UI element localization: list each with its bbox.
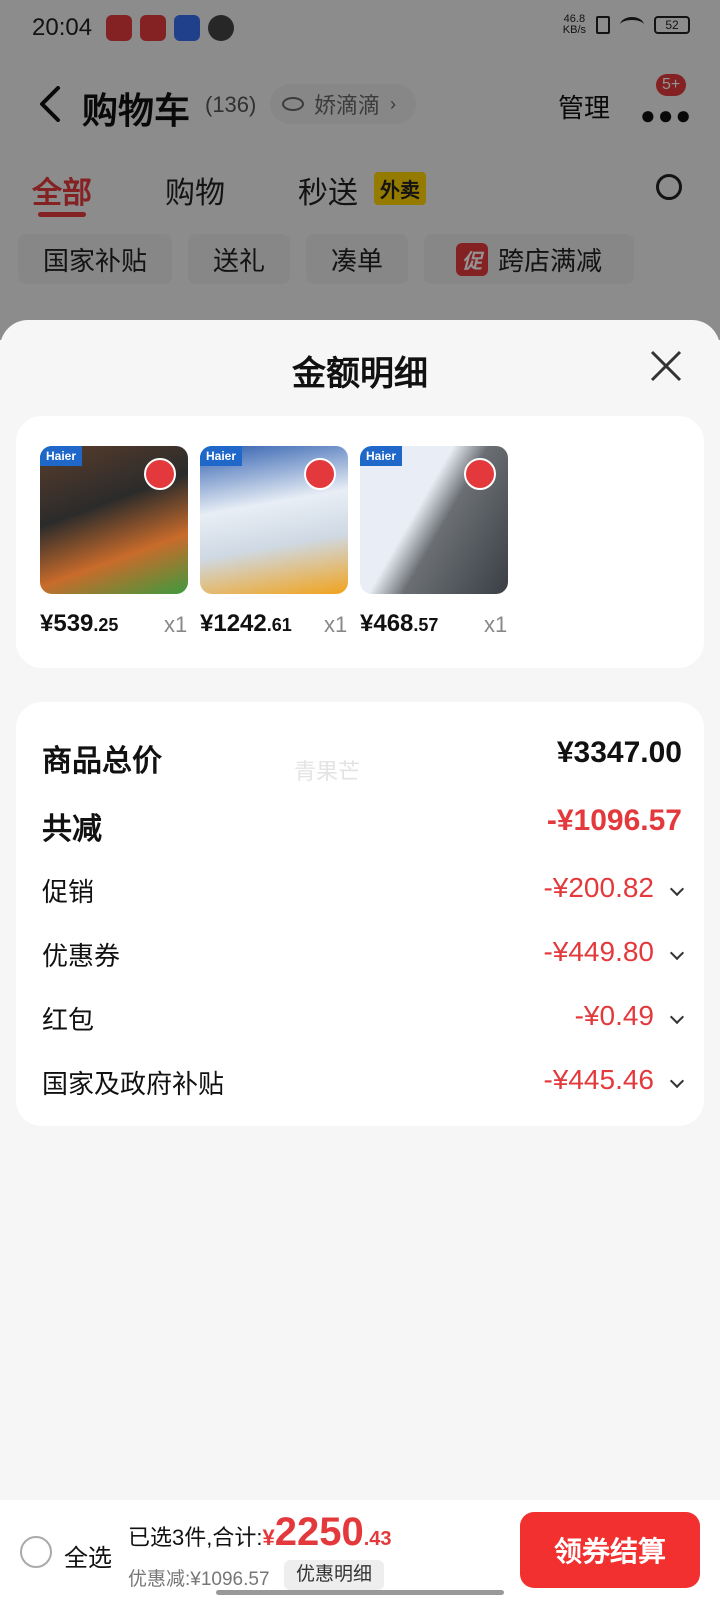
total-reduction-label: 共减 bbox=[42, 813, 102, 846]
watermark: 青果芒 bbox=[294, 759, 361, 784]
select-all-label[interactable]: 全选 bbox=[64, 1538, 112, 1573]
subsidy-label: 国家及政府补贴 bbox=[42, 1069, 225, 1099]
product-item[interactable]: Haier ¥539.25 x1 bbox=[40, 446, 190, 637]
checked-icon bbox=[304, 458, 336, 490]
red-packet-label: 红包 bbox=[42, 1005, 95, 1035]
product-image-water-heater: Haier bbox=[200, 446, 348, 594]
discount-detail-button[interactable]: 优惠明细 bbox=[284, 1560, 385, 1590]
total-reduction-value: -¥1096.57 bbox=[546, 804, 682, 837]
product-image-water-filter: Haier bbox=[360, 446, 508, 594]
product-quantity: x1 bbox=[164, 612, 188, 637]
brand-logo: Haier bbox=[200, 446, 243, 466]
close-icon[interactable] bbox=[648, 348, 684, 384]
discount-summary: 优惠减:¥1096.57 bbox=[128, 1569, 270, 1590]
product-item[interactable]: Haier ¥1242.61 x1 bbox=[200, 446, 350, 637]
coupon-label: 优惠券 bbox=[42, 941, 121, 971]
modal-overlay[interactable] bbox=[0, 0, 720, 340]
chevron-down-icon[interactable] bbox=[669, 1009, 685, 1025]
red-packet-value: -¥0.49 bbox=[574, 1000, 654, 1031]
checked-icon bbox=[464, 458, 496, 490]
product-price: ¥468.57 bbox=[360, 610, 439, 637]
promotion-label: 促销 bbox=[42, 877, 95, 907]
product-quantity: x1 bbox=[324, 612, 348, 637]
summary-prefix: 已选3件,合计: bbox=[128, 1525, 263, 1550]
coupon-value: -¥449.80 bbox=[543, 936, 654, 967]
total-amount-decimal: .43 bbox=[363, 1528, 392, 1550]
currency-symbol: ¥ bbox=[262, 1525, 275, 1550]
checkout-bar: 全选 已选3件,合计:¥2250.43 优惠减:¥1096.57 优惠明细 领券… bbox=[0, 1500, 720, 1600]
selected-summary: 已选3件,合计:¥2250.43 bbox=[128, 1510, 392, 1555]
home-indicator bbox=[216, 1590, 504, 1595]
chevron-down-icon[interactable] bbox=[669, 1073, 685, 1089]
total-amount: 2250 bbox=[274, 1510, 364, 1554]
checked-icon bbox=[144, 458, 176, 490]
checkout-button[interactable]: 领券结算 bbox=[520, 1512, 700, 1588]
product-price: ¥1242.61 bbox=[200, 610, 292, 637]
sheet-title: 金额明细 bbox=[292, 355, 428, 393]
product-item[interactable]: Haier ¥468.57 x1 bbox=[360, 446, 510, 637]
subsidy-value: -¥445.46 bbox=[543, 1064, 654, 1095]
product-image-gas-stove: Haier bbox=[40, 446, 188, 594]
chevron-down-icon[interactable] bbox=[669, 945, 685, 961]
product-price: ¥539.25 bbox=[40, 610, 119, 637]
selected-products-card: Haier ¥539.25 x1 Haier ¥1242.61 x1 Haier… bbox=[16, 416, 704, 668]
amount-detail-sheet: 金额明细 Haier ¥539.25 x1 Haier ¥1242.61 x1 … bbox=[0, 320, 720, 1600]
select-all-checkbox[interactable] bbox=[20, 1536, 52, 1568]
amount-breakdown-card: 青果芒 商品总价 ¥3347.00 共减 -¥1096.57 促销 -¥200.… bbox=[16, 702, 704, 1126]
brand-logo: Haier bbox=[40, 446, 83, 466]
chevron-down-icon[interactable] bbox=[669, 881, 685, 897]
total-price-value: ¥3347.00 bbox=[556, 736, 682, 769]
brand-logo: Haier bbox=[360, 446, 403, 466]
product-quantity: x1 bbox=[484, 612, 508, 637]
promotion-value: -¥200.82 bbox=[543, 872, 654, 903]
total-price-label: 商品总价 bbox=[42, 745, 162, 778]
